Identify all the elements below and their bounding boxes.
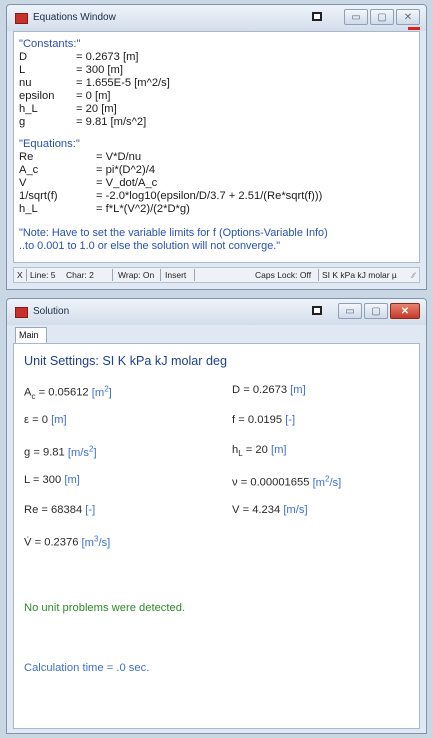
equations-window-titlebar[interactable]: Equations Window ▭ ▢ ✕ bbox=[7, 5, 426, 31]
red-indicator bbox=[408, 27, 420, 30]
close-button[interactable]: ✕ bbox=[390, 303, 420, 319]
minimize-icon: ▭ bbox=[345, 306, 355, 317]
const-value: = 20 [m] bbox=[76, 103, 117, 115]
close-icon: ✕ bbox=[403, 12, 413, 23]
close-icon: ✕ bbox=[400, 306, 410, 317]
eq-name: Re bbox=[19, 151, 34, 163]
var-v: V = 4.234 [m/s] bbox=[232, 504, 308, 516]
const-name: epsilon bbox=[19, 90, 55, 102]
constants-label: "Constants:" bbox=[19, 38, 81, 50]
minimize-button[interactable]: ▭ bbox=[338, 303, 362, 319]
equations-window: Equations Window ▭ ▢ ✕ "Constants:" D = … bbox=[6, 4, 427, 290]
app-icon bbox=[15, 307, 28, 318]
var-vdot: V̇ = 0.2376 [m3/s] bbox=[24, 534, 111, 549]
eq-name: V bbox=[19, 177, 27, 189]
const-value: = 0 [m] bbox=[76, 90, 111, 102]
const-name: nu bbox=[19, 77, 32, 89]
resize-grip[interactable]: ∕∕ bbox=[412, 271, 415, 280]
equations-editor[interactable]: "Constants:" D = 0.2673 [m] L = 300 [m] … bbox=[13, 31, 420, 263]
status-char: Char: 2 bbox=[66, 270, 94, 280]
status-x: X bbox=[17, 270, 23, 280]
solution-panel: Unit Settings: SI K kPa kJ molar deg Ac … bbox=[13, 343, 420, 729]
const-name: L bbox=[19, 64, 26, 76]
const-value: = 300 [m] bbox=[76, 64, 123, 76]
var-d: D = 0.2673 [m] bbox=[232, 384, 306, 396]
solution-window: Solution ▭ ▢ ✕ Main Unit Settings: SI K … bbox=[6, 298, 427, 734]
app-icon bbox=[15, 13, 28, 24]
var-l: L = 300 [m] bbox=[24, 474, 80, 486]
var-g: g = 9.81 [m/s2] bbox=[24, 444, 97, 459]
solution-window-titlebar[interactable]: Solution ▭ ▢ ✕ bbox=[7, 299, 426, 325]
const-name: h_L bbox=[19, 103, 38, 115]
tab-main[interactable]: Main bbox=[15, 327, 47, 343]
restore-icon[interactable] bbox=[312, 12, 322, 21]
var-re: Re = 68384 [-] bbox=[24, 504, 96, 516]
eq-name: h_L bbox=[19, 203, 38, 215]
eq-value: = V*D/nu bbox=[96, 151, 142, 163]
eq-value: = f*L*(V^2)/(2*D*g) bbox=[96, 203, 190, 215]
var-hl: hL = 20 [m] bbox=[232, 444, 287, 459]
const-value: = 1.655E-5 [m^2/s] bbox=[76, 77, 170, 89]
eq-name: 1/sqrt(f) bbox=[19, 190, 58, 202]
status-unit-system: SI K kPa kJ molar µ bbox=[322, 270, 397, 280]
status-caps-lock: Caps Lock: Off bbox=[255, 270, 312, 280]
maximize-icon: ▢ bbox=[377, 12, 387, 23]
restore-icon[interactable] bbox=[312, 306, 322, 315]
eq-value: = V_dot/A_c bbox=[96, 177, 158, 189]
const-name: g bbox=[19, 116, 26, 128]
status-line: Line: 5 bbox=[30, 270, 56, 280]
eq-name: A_c bbox=[19, 164, 39, 176]
const-name: D bbox=[19, 51, 28, 63]
status-bar: X Line: 5 Char: 2 Wrap: On Insert Caps L… bbox=[13, 267, 420, 283]
eq-value: = -2.0*log10(epsilon/D/3.7 + 2.51/(Re*sq… bbox=[96, 190, 323, 202]
equations-window-title: Equations Window bbox=[33, 12, 116, 23]
status-wrap: Wrap: On bbox=[118, 270, 155, 280]
maximize-icon: ▢ bbox=[371, 306, 381, 317]
no-unit-problems-message: No unit problems were detected. bbox=[24, 602, 186, 614]
var-nu: ν = 0.00001655 [m2/s] bbox=[232, 474, 342, 489]
eq-value: = pi*(D^2)/4 bbox=[96, 164, 156, 176]
tab-strip: Main bbox=[13, 325, 420, 343]
const-value: = 0.2673 [m] bbox=[76, 51, 139, 63]
note-line-1: "Note: Have to set the variable limits f… bbox=[19, 227, 328, 239]
maximize-button[interactable]: ▢ bbox=[370, 9, 394, 25]
unit-settings-heading: Unit Settings: SI K kPa kJ molar deg bbox=[24, 354, 227, 368]
minimize-button[interactable]: ▭ bbox=[344, 9, 368, 25]
solution-window-title: Solution bbox=[33, 306, 70, 317]
calculation-time: Calculation time = .0 sec. bbox=[24, 662, 150, 674]
const-value: = 9.81 [m/s^2] bbox=[76, 116, 147, 128]
note-line-2: ..to 0.001 to 1.0 or else the solution w… bbox=[19, 240, 281, 252]
status-insert: Insert bbox=[165, 270, 187, 280]
maximize-button[interactable]: ▢ bbox=[364, 303, 388, 319]
var-f: f = 0.0195 [-] bbox=[232, 414, 296, 426]
equations-label: "Equations:" bbox=[19, 138, 80, 150]
var-ac: Ac = 0.05612 [m2] bbox=[24, 384, 112, 401]
minimize-icon: ▭ bbox=[351, 12, 361, 23]
close-button[interactable]: ✕ bbox=[396, 9, 420, 25]
var-epsilon: ε = 0 [m] bbox=[24, 414, 67, 426]
